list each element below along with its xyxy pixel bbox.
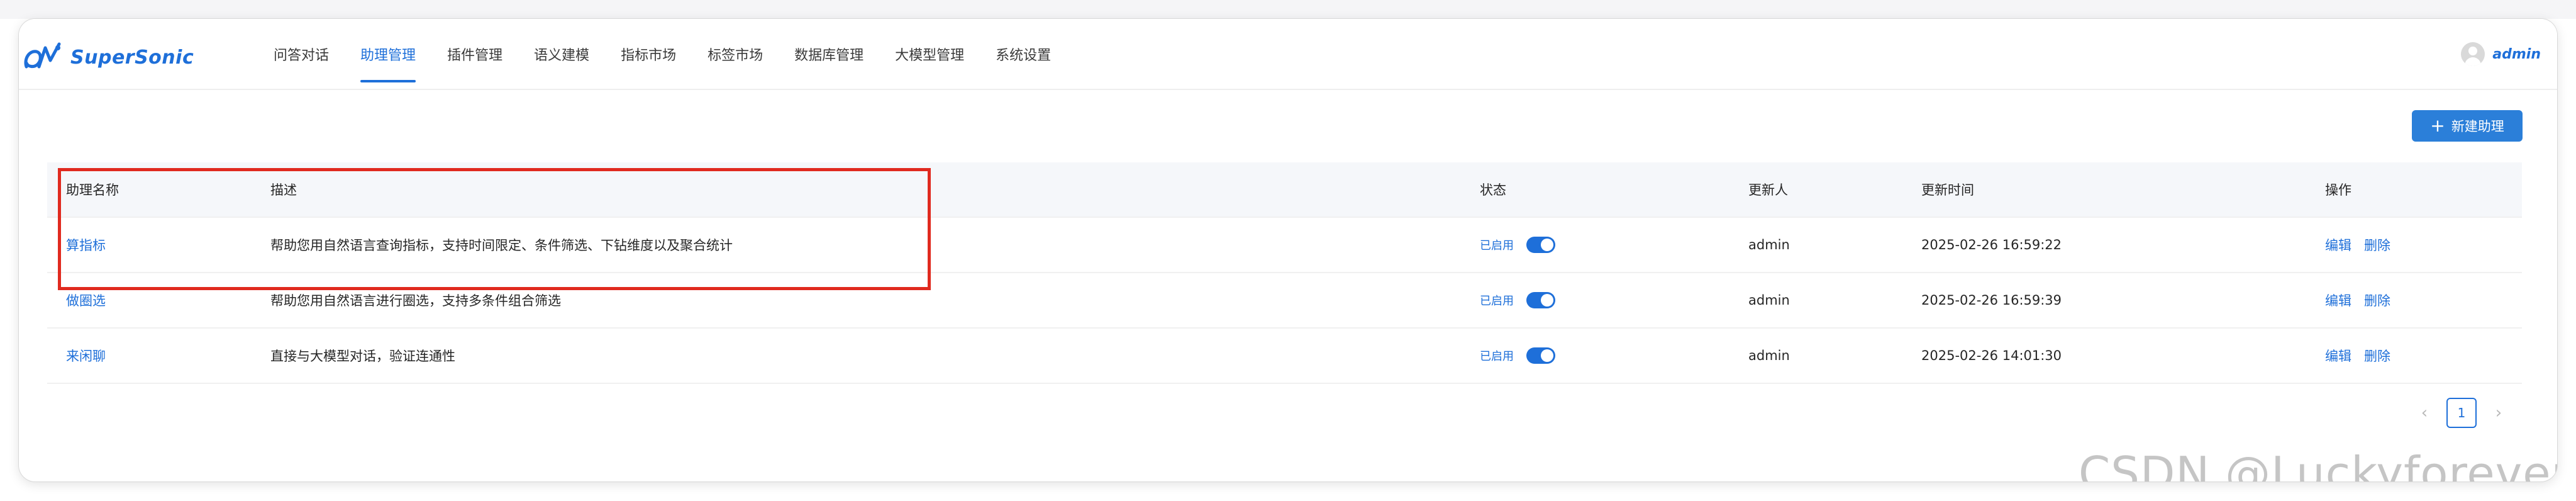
nav-item-semantic-modeling[interactable]: 语义建模 — [518, 19, 605, 89]
column-header-description: 描述 — [270, 183, 297, 198]
status-text: 已启用 — [1480, 239, 1514, 252]
status-toggle[interactable] — [1526, 292, 1555, 308]
delete-link[interactable]: 删除 — [2364, 291, 2390, 310]
new-assistant-button[interactable]: + 新建助理 — [2412, 110, 2523, 142]
column-header-updater: 更新人 — [1748, 183, 1788, 198]
nav-item-tag-market[interactable]: 标签市场 — [692, 19, 779, 89]
updater: admin — [1748, 237, 1790, 252]
column-header-name: 助理名称 — [66, 183, 119, 198]
user-name[interactable]: admin — [2492, 47, 2541, 62]
logo[interactable]: SuperSonic — [23, 42, 194, 73]
page-number-current[interactable]: 1 — [2446, 398, 2477, 428]
assistant-name-link[interactable]: 来闲聊 — [66, 346, 106, 365]
assistant-description: 帮助您用自然语言进行圈选，支持多条件组合筛选 — [270, 293, 561, 308]
edit-link[interactable]: 编辑 — [2325, 291, 2351, 310]
chevron-right-icon[interactable]: › — [2489, 403, 2508, 422]
assistant-description: 直接与大模型对话，验证连通性 — [270, 349, 455, 364]
assistant-description: 帮助您用自然语言查询指标，支持时间限定、条件筛选、下钻维度以及聚合统计 — [270, 238, 733, 253]
logo-icon — [24, 42, 61, 69]
edit-link[interactable]: 编辑 — [2325, 346, 2351, 365]
desktop-strip — [0, 0, 2576, 19]
app-window: SuperSonic 问答对话 助理管理 插件管理 语义建模 指标市场 标签市场… — [19, 19, 2557, 481]
avatar[interactable] — [2461, 42, 2485, 66]
status-text: 已启用 — [1480, 350, 1514, 363]
app-name: SuperSonic — [70, 46, 194, 69]
new-assistant-label: 新建助理 — [2451, 119, 2504, 134]
status-toggle[interactable] — [1526, 237, 1555, 253]
pagination: ‹ 1 › — [2415, 397, 2508, 429]
nav-item-plugin-management[interactable]: 插件管理 — [431, 19, 518, 89]
assistant-table: 助理名称 描述 状态 更新人 更新时间 操作 算指标 帮助您用自然语言查询指标，… — [47, 162, 2522, 384]
delete-link[interactable]: 删除 — [2364, 346, 2390, 365]
plus-icon: + — [2430, 115, 2445, 136]
nav-item-chat[interactable]: 问答对话 — [258, 19, 345, 89]
table-row: 做圈选 帮助您用自然语言进行圈选，支持多条件组合筛选 已启用 admin 202… — [47, 273, 2522, 329]
nav-item-system-settings[interactable]: 系统设置 — [980, 19, 1067, 89]
user-menu[interactable]: admin — [2461, 40, 2541, 68]
nav-item-database-management[interactable]: 数据库管理 — [779, 19, 879, 89]
edit-link[interactable]: 编辑 — [2325, 235, 2351, 254]
assistant-name-link[interactable]: 做圈选 — [66, 291, 106, 310]
update-time: 2025-02-26 16:59:22 — [1921, 237, 2062, 252]
updater: admin — [1748, 348, 1790, 363]
nav-item-metric-market[interactable]: 指标市场 — [605, 19, 692, 89]
nav-item-assistant-management[interactable]: 助理管理 — [345, 19, 431, 89]
table-row: 算指标 帮助您用自然语言查询指标，支持时间限定、条件筛选、下钻维度以及聚合统计 … — [47, 218, 2522, 273]
status-toggle[interactable] — [1526, 347, 1555, 364]
delete-link[interactable]: 删除 — [2364, 235, 2390, 254]
column-header-actions: 操作 — [2325, 183, 2351, 198]
status-text: 已启用 — [1480, 295, 1514, 308]
chevron-left-icon[interactable]: ‹ — [2415, 403, 2434, 422]
updater: admin — [1748, 293, 1790, 308]
main-nav: 问答对话 助理管理 插件管理 语义建模 指标市场 标签市场 数据库管理 大模型管… — [258, 19, 1067, 89]
column-header-status: 状态 — [1480, 183, 1506, 198]
assistant-name-link[interactable]: 算指标 — [66, 235, 106, 254]
update-time: 2025-02-26 16:59:39 — [1921, 293, 2062, 308]
table-header-row: 助理名称 描述 状态 更新人 更新时间 操作 — [47, 162, 2522, 218]
nav-item-llm-management[interactable]: 大模型管理 — [879, 19, 980, 89]
column-header-update-time: 更新时间 — [1921, 183, 1974, 198]
update-time: 2025-02-26 14:01:30 — [1921, 348, 2062, 363]
watermark: CSDN @Luckyforever%- — [2079, 447, 2557, 481]
table-row: 来闲聊 直接与大模型对话，验证连通性 已启用 admin 2025-02-26 … — [47, 329, 2522, 384]
top-header: SuperSonic 问答对话 助理管理 插件管理 语义建模 指标市场 标签市场… — [19, 19, 2557, 90]
